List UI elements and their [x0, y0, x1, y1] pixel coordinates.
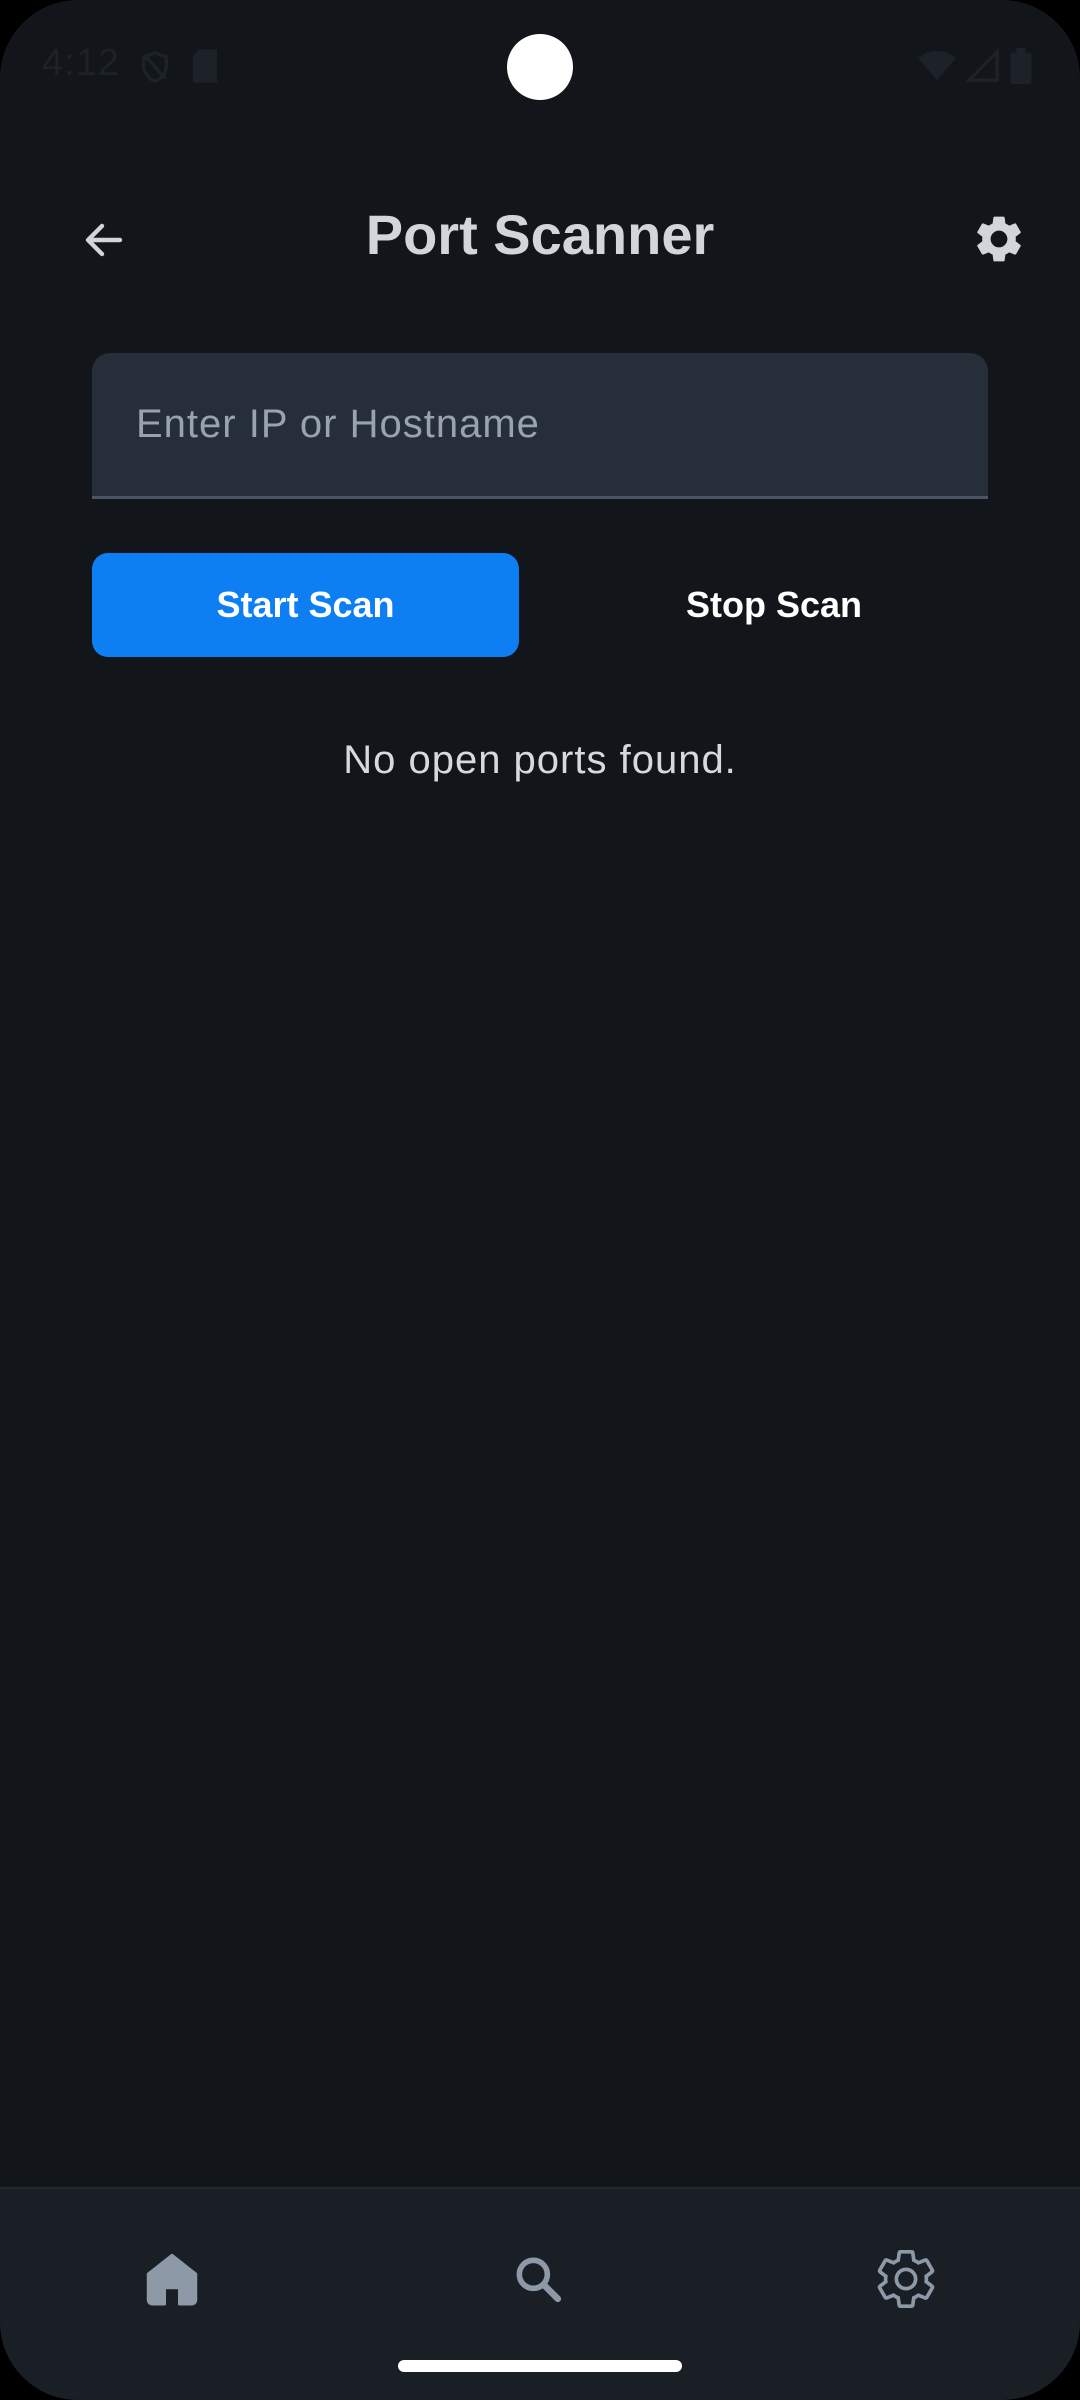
start-scan-button[interactable]: Start Scan	[92, 553, 519, 657]
wifi-icon	[918, 49, 956, 88]
results-empty-message: No open ports found.	[343, 738, 737, 782]
camera-cutout	[507, 34, 573, 100]
home-icon	[142, 2249, 202, 2314]
nav-home[interactable]	[122, 2231, 222, 2331]
gear-icon	[971, 211, 1027, 272]
stop-scan-button[interactable]: Stop Scan	[560, 553, 988, 657]
host-input-container	[92, 353, 988, 499]
app-bar: Port Scanner	[0, 180, 1080, 296]
shield-icon	[138, 48, 172, 91]
host-input[interactable]	[92, 353, 988, 496]
status-time: 4:12	[42, 42, 120, 84]
status-right-icons	[918, 47, 1032, 89]
nav-search[interactable]	[488, 2231, 588, 2331]
sd-card-icon	[190, 48, 220, 91]
search-icon	[510, 2251, 566, 2312]
status-left-icons	[138, 48, 220, 91]
nav-settings[interactable]	[856, 2231, 956, 2331]
app-screen: 4:12 Port Scanner Enter IP or Hostname S…	[0, 0, 1080, 2400]
signal-icon	[964, 47, 1000, 88]
page-title: Port Scanner	[365, 203, 715, 266]
home-indicator[interactable]	[398, 2360, 682, 2372]
settings-button[interactable]	[964, 206, 1034, 276]
settings-outline-icon	[872, 2245, 940, 2318]
status-bar: 4:12	[0, 0, 1080, 135]
battery-icon	[1010, 48, 1032, 89]
